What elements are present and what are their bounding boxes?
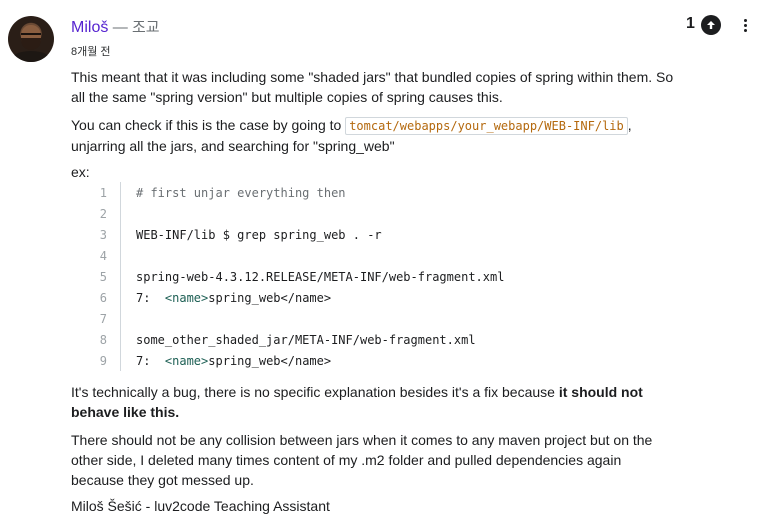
- vote-count: 1: [686, 15, 695, 32]
- avatar-glasses: [21, 33, 41, 39]
- post-time: 8개월 전: [71, 46, 111, 58]
- code-text: 7: <name>spring_web</name>: [136, 291, 331, 305]
- code-text: 7: <name>spring_web</name>: [136, 354, 331, 368]
- paragraph-2-text: You can check if this is the case by goi…: [71, 117, 346, 133]
- xml-tag-inner: spring_web: [208, 353, 281, 368]
- more-vertical-icon: [743, 18, 747, 22]
- line-number: 9: [99, 353, 107, 368]
- paragraph-4: There should not be any collision betwee…: [71, 432, 653, 488]
- more-options-button[interactable]: [737, 16, 753, 34]
- ex-label: ex:: [71, 164, 90, 180]
- line-number: 4: [99, 248, 107, 263]
- code-text: some_other_shaded_jar/META-INF/web-fragm…: [136, 332, 476, 347]
- xml-tag-close: </name>: [280, 290, 332, 305]
- line-number: 5: [99, 269, 107, 284]
- xml-tag-close: </name>: [280, 353, 332, 368]
- code-line: 5 spring-web-4.3.12.RELEASE/META-INF/web…: [71, 266, 505, 287]
- inline-code-path: tomcat/webapps/your_webapp/WEB-INF/lib: [345, 117, 628, 135]
- avatar-beard: [21, 38, 41, 50]
- code-line: 9 7: <name>spring_web</name>: [71, 350, 331, 371]
- code-text: WEB-INF/lib $ grep spring_web . -r: [136, 227, 382, 242]
- code-line: 7: [71, 308, 120, 329]
- line-number: 1: [99, 185, 107, 200]
- signature: Miloš Šešić - luv2code Teaching Assistan…: [71, 498, 330, 514]
- xml-tag-open: <name>: [164, 353, 209, 368]
- avatar[interactable]: [8, 16, 54, 62]
- author-name[interactable]: Miloš: [71, 19, 108, 36]
- xml-tag-open: <name>: [164, 290, 209, 305]
- line-number: 8: [99, 332, 107, 347]
- code-line: 2: [71, 203, 120, 224]
- xml-tag-inner: spring_web: [208, 290, 281, 305]
- upvote-button[interactable]: [701, 15, 721, 35]
- code-prefix: 7:: [136, 353, 165, 368]
- code-gutter-divider: [120, 182, 121, 371]
- avatar-body: [10, 51, 52, 62]
- paragraph-1: This meant that it was including some "s…: [71, 69, 674, 105]
- code-text: # first unjar everything then: [136, 185, 346, 200]
- code-line: 6 7: <name>spring_web</name>: [71, 287, 331, 308]
- code-text: spring-web-4.3.12.RELEASE/META-INF/web-f…: [136, 269, 505, 284]
- code-line: 1 # first unjar everything then: [71, 182, 346, 203]
- code-line: 8 some_other_shaded_jar/META-INF/web-fra…: [71, 329, 476, 350]
- post-header: Miloš — 조교: [71, 16, 160, 37]
- paragraph-3: It's technically a bug, there is no spec…: [71, 382, 676, 422]
- line-number: 6: [99, 290, 107, 305]
- line-number: 7: [99, 311, 107, 326]
- author-role: — 조교: [112, 19, 160, 36]
- paragraph-3-text: It's technically a bug, there is no spec…: [71, 384, 559, 400]
- paragraph-2: You can check if this is the case by goi…: [71, 115, 676, 156]
- code-line: 3 WEB-INF/lib $ grep spring_web . -r: [71, 224, 382, 245]
- arrow-up-icon: [707, 21, 715, 29]
- code-line: 4: [71, 245, 120, 266]
- line-number: 3: [99, 227, 107, 242]
- line-number: 2: [99, 206, 107, 221]
- code-prefix: 7:: [136, 290, 165, 305]
